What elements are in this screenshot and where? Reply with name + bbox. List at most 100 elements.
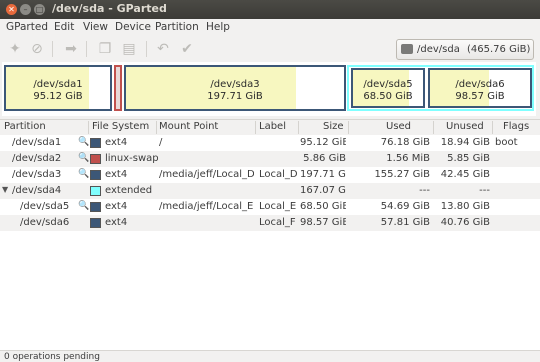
cell-partition: /dev/sda6: [20, 217, 70, 228]
fs-color-swatch: [90, 202, 101, 212]
key-icon: 🔍: [78, 137, 90, 147]
menu-partition[interactable]: Partition: [155, 21, 199, 33]
menu-device[interactable]: Device: [115, 21, 151, 33]
cell-size: 68.50 GiB: [300, 201, 346, 212]
cell-file-system: ext4: [105, 217, 128, 228]
table-row[interactable]: /dev/sda2 🔍 linux-swap 5.86 GiB 1.56 MiB…: [0, 151, 540, 167]
column-label[interactable]: Label: [259, 121, 286, 132]
resize-move-icon[interactable]: ➡: [62, 40, 80, 58]
window-title: /dev/sda - GParted: [52, 2, 167, 15]
cell-label: Local_F: [259, 217, 296, 228]
column-size[interactable]: Size: [323, 121, 344, 132]
disk-map-partition-name: /dev/sda6: [455, 79, 505, 90]
fs-color-swatch: [90, 154, 101, 164]
cell-unused: 18.94 GiB: [440, 137, 490, 148]
undo-icon[interactable]: ↶: [154, 40, 172, 58]
column-flags[interactable]: Flags: [503, 121, 529, 132]
cell-used: 54.69 GiB: [380, 201, 430, 212]
column-separator: [255, 121, 256, 134]
disk-map-partition-name: /dev/sda3: [210, 79, 260, 90]
cell-size: 95.12 GiB: [300, 137, 346, 148]
cell-unused: 13.80 GiB: [440, 201, 490, 212]
table-row[interactable]: /dev/sda3 🔍 ext4 /media/jeff/Local_D Loc…: [0, 167, 540, 183]
cell-unused: 40.76 GiB: [440, 217, 490, 228]
device-selector[interactable]: /dev/sda (465.76 GiB): [396, 39, 534, 60]
apply-icon[interactable]: ✔: [178, 40, 196, 58]
cell-unused: ---: [479, 185, 490, 196]
column-unused[interactable]: Unused: [446, 121, 484, 132]
new-partition-icon[interactable]: ✦: [6, 40, 24, 58]
minimize-window-button[interactable]: –: [20, 4, 31, 15]
cell-size: 98.57 GiB: [300, 217, 346, 228]
column-separator: [298, 121, 299, 134]
column-mount-point[interactable]: Mount Point: [159, 121, 218, 132]
cell-unused: 5.85 GiB: [447, 153, 490, 164]
cell-used: 76.18 GiB: [380, 137, 430, 148]
fs-color-swatch: [90, 186, 101, 196]
cell-partition: /dev/sda1: [12, 137, 62, 148]
column-partition[interactable]: Partition: [4, 121, 46, 132]
cell-size: 167.07 GiB: [300, 185, 346, 196]
column-file-system[interactable]: File System: [92, 121, 149, 132]
cell-file-system: ext4: [105, 137, 128, 148]
cell-partition: /dev/sda4: [12, 185, 62, 196]
partition-table: /dev/sda1 🔍 ext4 / 95.12 GiB 76.18 GiB 1…: [0, 135, 540, 350]
table-row[interactable]: /dev/sda1 🔍 ext4 / 95.12 GiB 76.18 GiB 1…: [0, 135, 540, 151]
column-separator: [433, 121, 434, 134]
cell-label: Local_E: [259, 201, 297, 212]
disk-map: /dev/sda1 95.12 GiB /dev/sda3 197.71 GiB…: [2, 62, 536, 116]
disk-map-partition-sda2[interactable]: [114, 65, 122, 111]
close-window-button[interactable]: ✕: [6, 4, 17, 15]
pending-operations-status: 0 operations pending: [4, 352, 100, 362]
column-separator: [156, 121, 157, 134]
menu-bar: GParted Edit View Device Partition Help: [0, 19, 540, 37]
fs-color-swatch: [90, 218, 101, 228]
copy-icon[interactable]: ❐: [96, 40, 114, 58]
device-name: /dev/sda: [417, 44, 460, 55]
cell-size: 5.86 GiB: [303, 153, 346, 164]
table-row[interactable]: ▼ /dev/sda4 extended 167.07 GiB --- ---: [0, 183, 540, 199]
cell-mount-point: /media/jeff/Local_E: [159, 201, 254, 212]
menu-edit[interactable]: Edit: [54, 21, 74, 33]
maximize-window-button[interactable]: □: [34, 4, 45, 15]
column-separator: [88, 121, 89, 134]
cell-used: ---: [419, 185, 430, 196]
cell-used: 155.27 GiB: [374, 169, 430, 180]
toolbar-separator: [52, 41, 53, 57]
disk-map-partition-sda3[interactable]: /dev/sda3 197.71 GiB: [124, 65, 346, 111]
paste-icon[interactable]: ▤: [120, 40, 138, 58]
status-bar: 0 operations pending: [0, 350, 540, 362]
cell-file-system: ext4: [105, 201, 128, 212]
table-row[interactable]: /dev/sda5 🔍 ext4 /media/jeff/Local_E Loc…: [0, 199, 540, 215]
menu-gparted[interactable]: GParted: [6, 21, 48, 33]
fs-color-swatch: [90, 138, 101, 148]
partition-table-header: Partition File System Mount Point Label …: [0, 119, 540, 136]
disk-map-partition-sda1[interactable]: /dev/sda1 95.12 GiB: [4, 65, 112, 111]
disk-map-partition-size: 95.12 GiB: [33, 91, 83, 102]
disk-map-partition-name: /dev/sda5: [363, 79, 413, 90]
disk-map-partition-sda5[interactable]: /dev/sda5 68.50 GiB: [351, 68, 425, 108]
cell-partition: /dev/sda3: [12, 169, 62, 180]
cell-mount-point: /: [159, 137, 163, 148]
expand-arrow-icon[interactable]: ▼: [2, 185, 8, 194]
fs-color-swatch: [90, 170, 101, 180]
cell-file-system: ext4: [105, 169, 128, 180]
menu-view[interactable]: View: [83, 21, 108, 33]
hard-disk-icon: [401, 44, 413, 54]
key-icon: 🔍: [78, 169, 90, 179]
disk-map-partition-size: 197.71 GiB: [207, 91, 263, 102]
table-row[interactable]: /dev/sda6 ext4 Local_F 98.57 GiB 57.81 G…: [0, 215, 540, 231]
column-separator: [492, 121, 493, 134]
cell-size: 197.71 GiB: [300, 169, 346, 180]
cell-partition: /dev/sda2: [12, 153, 62, 164]
delete-icon[interactable]: ⊘: [28, 40, 46, 58]
cell-mount-point: /media/jeff/Local_D: [159, 169, 254, 180]
disk-map-partition-size: 68.50 GiB: [363, 91, 413, 102]
disk-map-partition-sda6[interactable]: /dev/sda6 98.57 GiB: [428, 68, 532, 108]
menu-help[interactable]: Help: [206, 21, 230, 33]
device-size: (465.76 GiB): [467, 44, 531, 55]
column-used[interactable]: Used: [386, 121, 411, 132]
cell-unused: 42.45 GiB: [440, 169, 490, 180]
key-icon: 🔍: [78, 201, 90, 211]
key-icon: 🔍: [78, 153, 90, 163]
